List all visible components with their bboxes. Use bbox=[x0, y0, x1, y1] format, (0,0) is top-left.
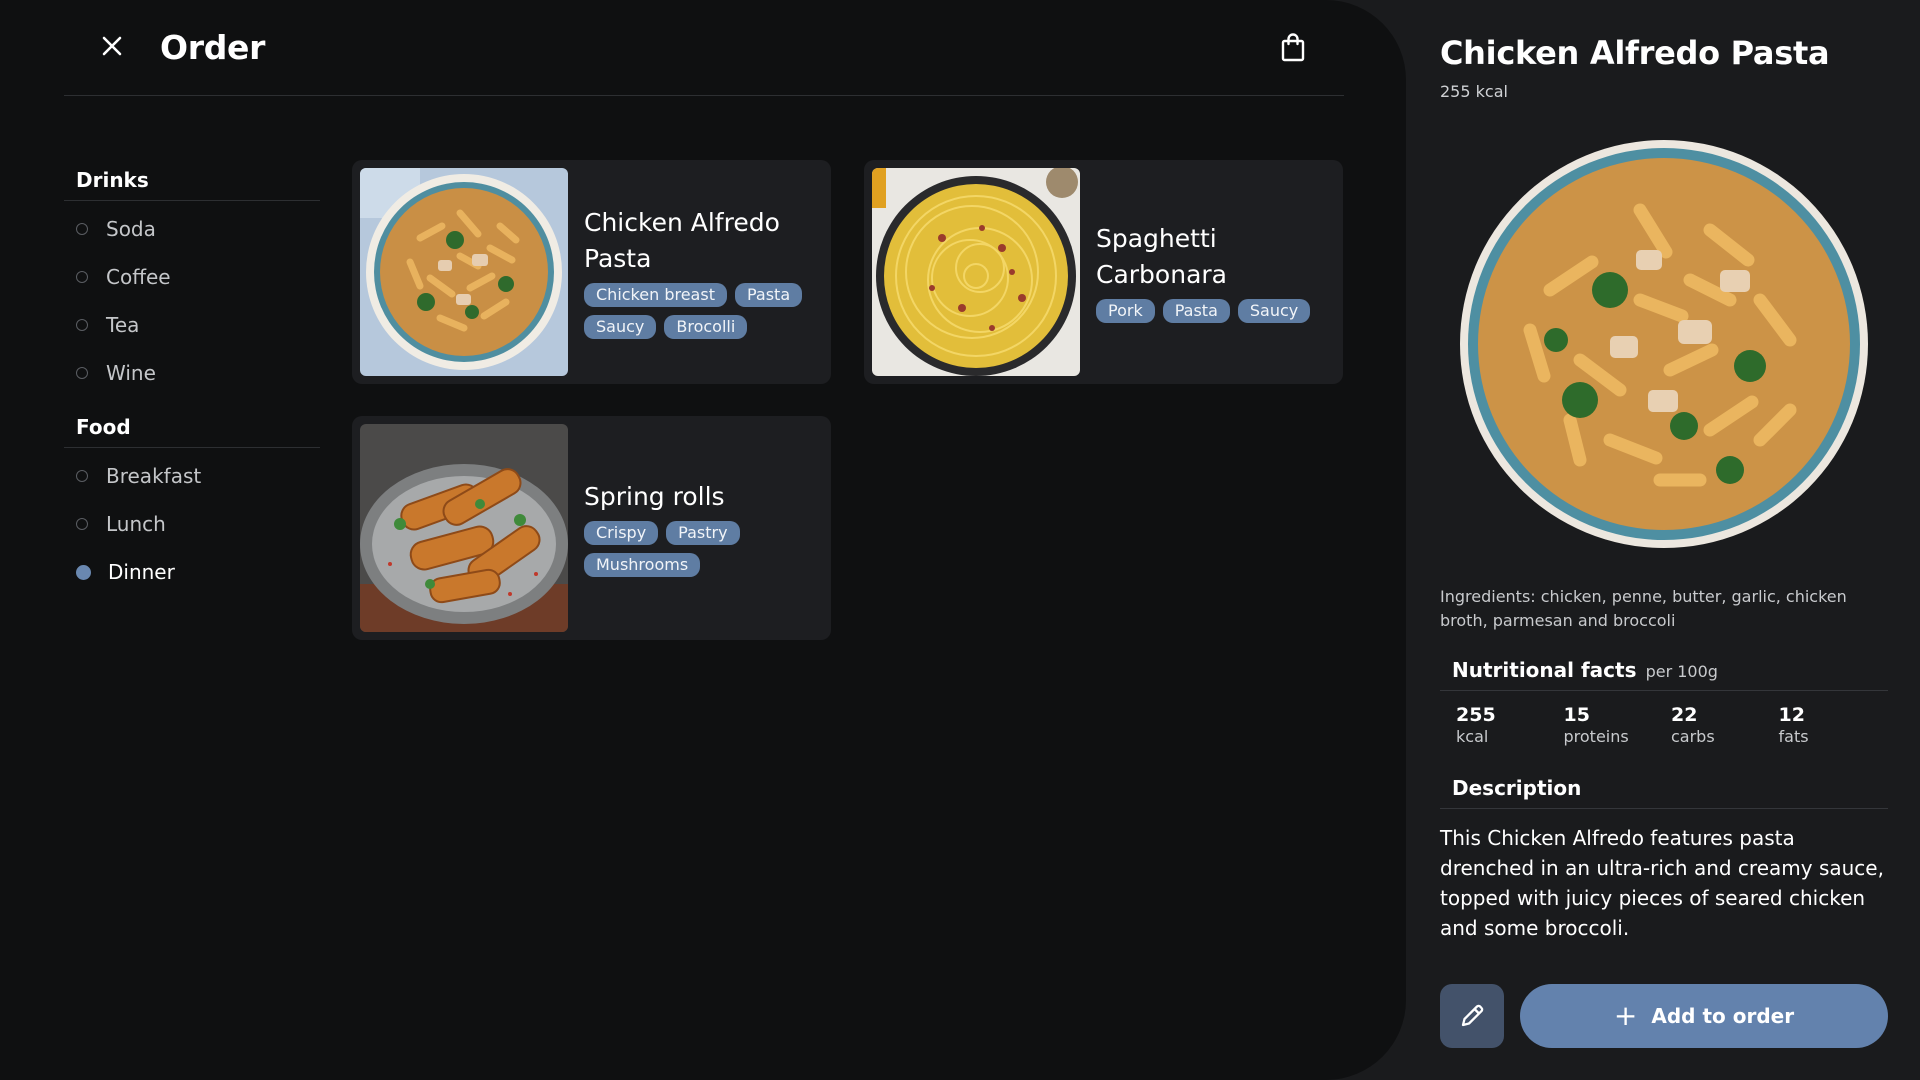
category-group-food: Food Breakfast Lunch Dinner bbox=[64, 407, 320, 596]
nutrition-title: Nutritional facts bbox=[1452, 658, 1637, 682]
add-to-order-button[interactable]: + Add to order bbox=[1520, 984, 1888, 1048]
header: Order bbox=[64, 0, 1344, 96]
food-thumbnail bbox=[360, 168, 568, 376]
nutrition-fats: 12 fats bbox=[1779, 703, 1887, 747]
detail-ingredients: Ingredients: chicken, penne, butter, gar… bbox=[1440, 587, 1847, 630]
tag: Pastry bbox=[666, 521, 740, 545]
nutrition-proteins: 15 proteins bbox=[1564, 703, 1672, 747]
add-to-order-label: Add to order bbox=[1651, 1004, 1795, 1028]
category-label: Dinner bbox=[108, 560, 175, 584]
radio-icon bbox=[76, 271, 88, 283]
category-item-breakfast[interactable]: Breakfast bbox=[64, 452, 320, 500]
tag: Pasta bbox=[1162, 299, 1230, 323]
tag: Pasta bbox=[734, 283, 803, 307]
nutrition-label: kcal bbox=[1456, 727, 1489, 746]
tag: Chicken breast bbox=[584, 283, 727, 307]
tag: Mushrooms bbox=[584, 553, 701, 577]
description-text: This Chicken Alfredo features pasta dren… bbox=[1440, 826, 1884, 940]
category-item-coffee[interactable]: Coffee bbox=[64, 253, 320, 301]
category-item-tea[interactable]: Tea bbox=[64, 301, 320, 349]
nutrition-label: proteins bbox=[1563, 727, 1629, 746]
radio-selected-icon bbox=[76, 564, 91, 580]
category-item-lunch[interactable]: Lunch bbox=[64, 500, 320, 548]
menu-card-spring-rolls[interactable]: Spring rolls Crispy Pastry Mushrooms bbox=[352, 416, 831, 640]
category-heading: Drinks bbox=[64, 160, 320, 201]
category-label: Soda bbox=[106, 217, 156, 241]
nutrition-value: 255 bbox=[1456, 704, 1496, 726]
nutrition-label: carbs bbox=[1671, 727, 1715, 746]
category-label: Tea bbox=[106, 313, 140, 337]
nutrition-value: 22 bbox=[1671, 704, 1698, 726]
edit-button[interactable] bbox=[1440, 984, 1504, 1048]
category-item-soda[interactable]: Soda bbox=[64, 205, 320, 253]
description-heading: Description bbox=[1440, 770, 1888, 809]
category-label: Wine bbox=[106, 361, 156, 385]
nutrition-kcal: 255 kcal bbox=[1456, 703, 1564, 747]
card-title: Spaghetti Carbonara bbox=[1096, 224, 1227, 289]
category-label: Coffee bbox=[106, 265, 171, 289]
detail-kcal: 255 kcal bbox=[1440, 82, 1508, 101]
tag: Pork bbox=[1096, 299, 1155, 323]
menu-card-spaghetti-carbonara[interactable]: Spaghetti Carbonara Pork Pasta Saucy bbox=[864, 160, 1343, 384]
plus-icon: + bbox=[1613, 999, 1638, 1032]
tag: Crispy bbox=[584, 521, 659, 545]
close-button[interactable] bbox=[92, 26, 132, 66]
nutrition-unit: per 100g bbox=[1645, 662, 1718, 681]
radio-icon bbox=[76, 518, 88, 530]
order-main: Order Drinks Soda Coffee Tea Wine Food B… bbox=[0, 0, 1406, 1080]
card-body: Spaghetti Carbonara Pork Pasta Saucy bbox=[1096, 160, 1329, 384]
pencil-icon bbox=[1461, 1004, 1484, 1027]
detail-food-image bbox=[1460, 140, 1868, 548]
nutrition-value: 12 bbox=[1778, 704, 1805, 726]
detail-panel: Chicken Alfredo Pasta 255 kcal Ingredien… bbox=[1406, 0, 1920, 1080]
card-body: Chicken Alfredo Pasta Chicken breast Pas… bbox=[584, 160, 817, 384]
food-thumbnail bbox=[872, 168, 1080, 376]
tag-list: Chicken breast Pasta Saucy Brocolli bbox=[584, 283, 817, 339]
nutrition-carbs: 22 carbs bbox=[1671, 703, 1779, 747]
tag: Brocolli bbox=[664, 315, 748, 339]
card-body: Spring rolls Crispy Pastry Mushrooms bbox=[584, 416, 817, 640]
card-title: Spring rolls bbox=[584, 482, 725, 511]
tag: Saucy bbox=[1237, 299, 1311, 323]
shopping-bag-icon bbox=[1281, 33, 1305, 62]
category-item-wine[interactable]: Wine bbox=[64, 349, 320, 397]
menu-card-chicken-alfredo[interactable]: Chicken Alfredo Pasta Chicken breast Pas… bbox=[352, 160, 831, 384]
nutrition-label: fats bbox=[1778, 727, 1809, 746]
detail-title: Chicken Alfredo Pasta bbox=[1440, 34, 1830, 72]
nutrition-value: 15 bbox=[1563, 704, 1590, 726]
category-group-drinks: Drinks Soda Coffee Tea Wine bbox=[64, 160, 320, 397]
nutrition-grid: 255 kcal 15 proteins 22 carbs 12 fats bbox=[1456, 703, 1886, 747]
food-thumbnail bbox=[360, 424, 568, 632]
radio-icon bbox=[76, 367, 88, 379]
tag-list: Pork Pasta Saucy bbox=[1096, 299, 1329, 323]
card-title: Chicken Alfredo Pasta bbox=[584, 208, 780, 273]
radio-icon bbox=[76, 470, 88, 482]
radio-icon bbox=[76, 319, 88, 331]
cart-button[interactable] bbox=[1274, 28, 1312, 68]
category-sidebar: Drinks Soda Coffee Tea Wine Food Breakfa… bbox=[64, 160, 320, 596]
category-heading: Food bbox=[64, 407, 320, 448]
nutrition-heading: Nutritional facts per 100g bbox=[1440, 652, 1888, 691]
page-title: Order bbox=[160, 28, 266, 67]
close-icon bbox=[102, 36, 122, 56]
category-label: Breakfast bbox=[106, 464, 202, 488]
tag-list: Crispy Pastry Mushrooms bbox=[584, 521, 817, 577]
radio-icon bbox=[76, 223, 88, 235]
category-label: Lunch bbox=[106, 512, 166, 536]
tag: Saucy bbox=[584, 315, 657, 339]
category-item-dinner[interactable]: Dinner bbox=[64, 548, 320, 596]
